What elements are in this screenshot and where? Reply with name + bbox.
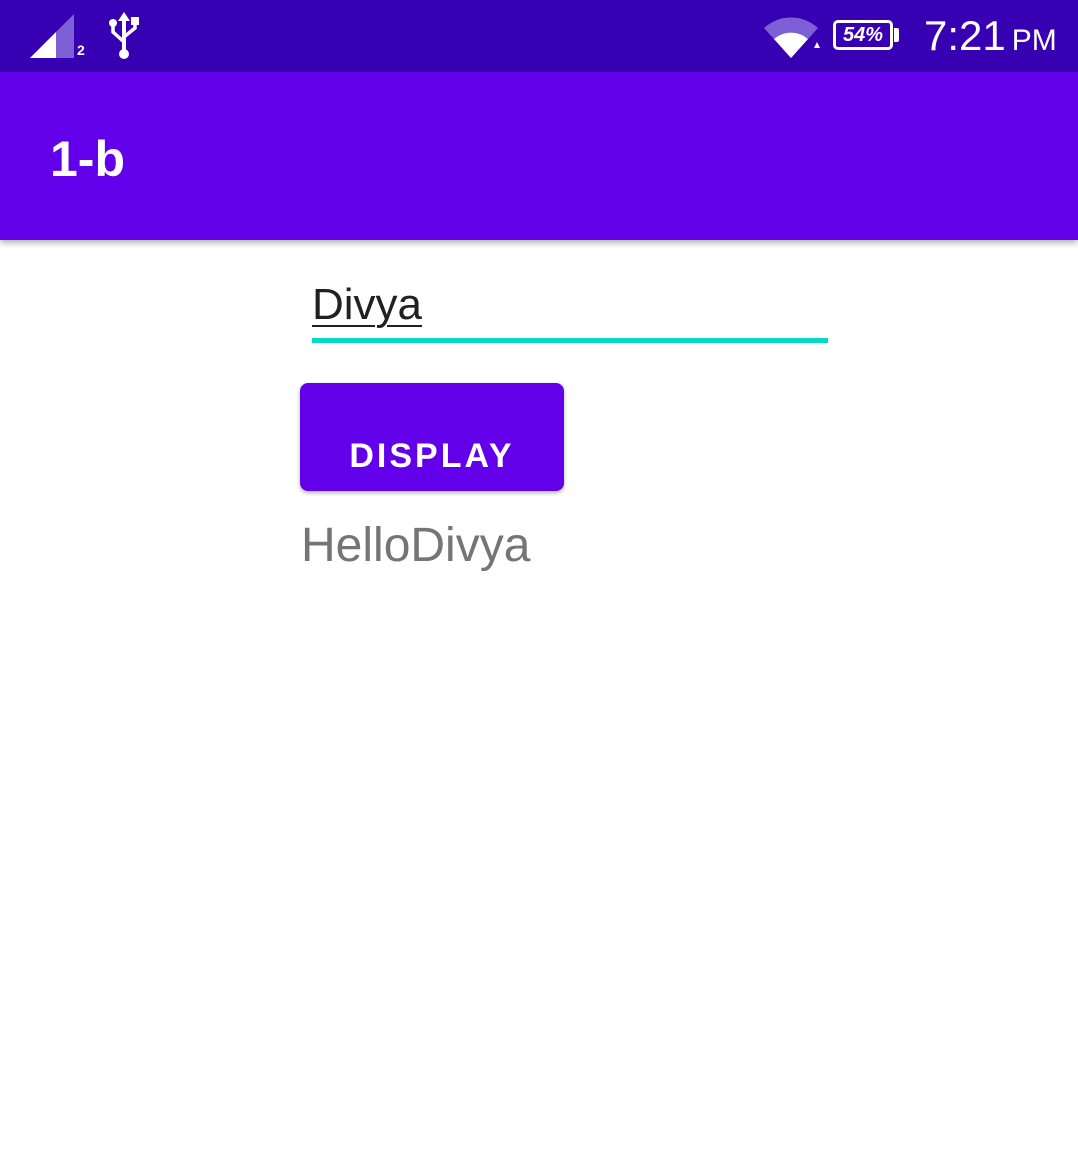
clock-time: 7:21 [924, 12, 1006, 59]
clock-ampm: PM [1011, 24, 1057, 57]
app-bar: 1-b [0, 72, 1078, 240]
output-text: HelloDivya [301, 519, 531, 572]
display-button[interactable]: DISPLAY [300, 383, 564, 491]
usb-icon [109, 12, 139, 59]
wifi-icon [764, 17, 820, 58]
battery-tip [894, 28, 899, 42]
name-input-value[interactable]: Divya [312, 280, 422, 330]
app-title: 1-b [50, 131, 125, 187]
battery-icon: 54% [833, 20, 893, 50]
status-clock: 7:21 PM [924, 12, 1057, 60]
name-input[interactable]: Divya [312, 276, 828, 344]
sim-slot-label: 2 [77, 42, 85, 58]
status-bar: 2 54% 7:21 PM [0, 0, 1078, 72]
input-underline [312, 338, 828, 343]
battery-percent: 54% [842, 24, 884, 46]
